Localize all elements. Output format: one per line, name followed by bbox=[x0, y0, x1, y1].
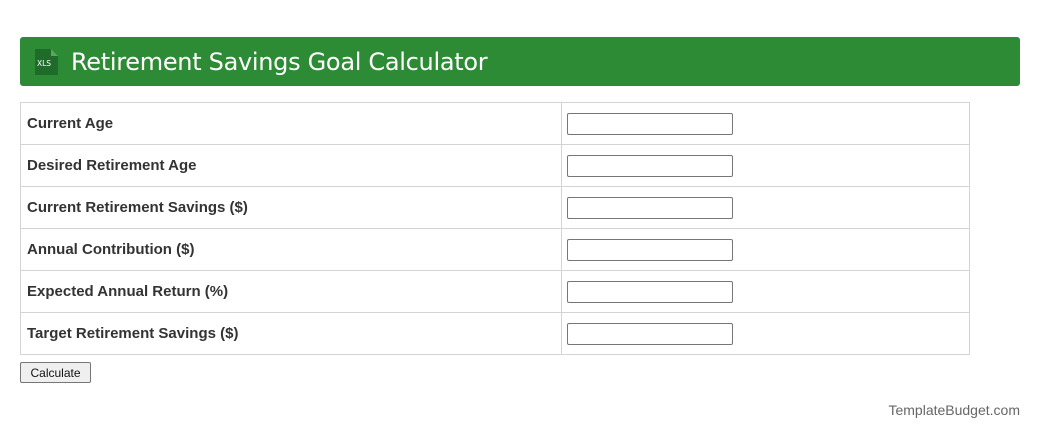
desired-retirement-age-input[interactable] bbox=[567, 154, 733, 177]
annual-contribution-label: Annual Contribution ($) bbox=[20, 228, 562, 271]
expected-annual-return-input[interactable] bbox=[567, 280, 733, 303]
form-row-current-retirement-savings: Current Retirement Savings ($) bbox=[20, 186, 970, 229]
desired-retirement-age-label: Desired Retirement Age bbox=[20, 144, 562, 187]
page-title: Retirement Savings Goal Calculator bbox=[71, 48, 488, 76]
current-age-label: Current Age bbox=[20, 102, 562, 145]
annual-contribution-input[interactable] bbox=[567, 238, 733, 261]
form-row-current-age: Current Age bbox=[20, 102, 970, 145]
calculator-form: Current Age Desired Retirement Age Curre… bbox=[20, 102, 970, 355]
form-row-target-retirement-savings: Target Retirement Savings ($) bbox=[20, 312, 970, 355]
page-header: XLS Retirement Savings Goal Calculator bbox=[20, 37, 1020, 86]
footer-credit[interactable]: TemplateBudget.com bbox=[888, 402, 1020, 418]
target-retirement-savings-input[interactable] bbox=[567, 322, 733, 345]
current-retirement-savings-label: Current Retirement Savings ($) bbox=[20, 186, 562, 229]
xls-file-icon: XLS bbox=[32, 47, 60, 77]
current-retirement-savings-input[interactable] bbox=[567, 196, 733, 219]
calculate-button[interactable]: Calculate bbox=[20, 362, 91, 383]
svg-text:XLS: XLS bbox=[37, 59, 51, 68]
target-retirement-savings-label: Target Retirement Savings ($) bbox=[20, 312, 562, 355]
expected-annual-return-label: Expected Annual Return (%) bbox=[20, 270, 562, 313]
form-row-annual-contribution: Annual Contribution ($) bbox=[20, 228, 970, 271]
current-age-input[interactable] bbox=[567, 112, 733, 135]
form-row-expected-annual-return: Expected Annual Return (%) bbox=[20, 270, 970, 313]
form-row-desired-retirement-age: Desired Retirement Age bbox=[20, 144, 970, 187]
